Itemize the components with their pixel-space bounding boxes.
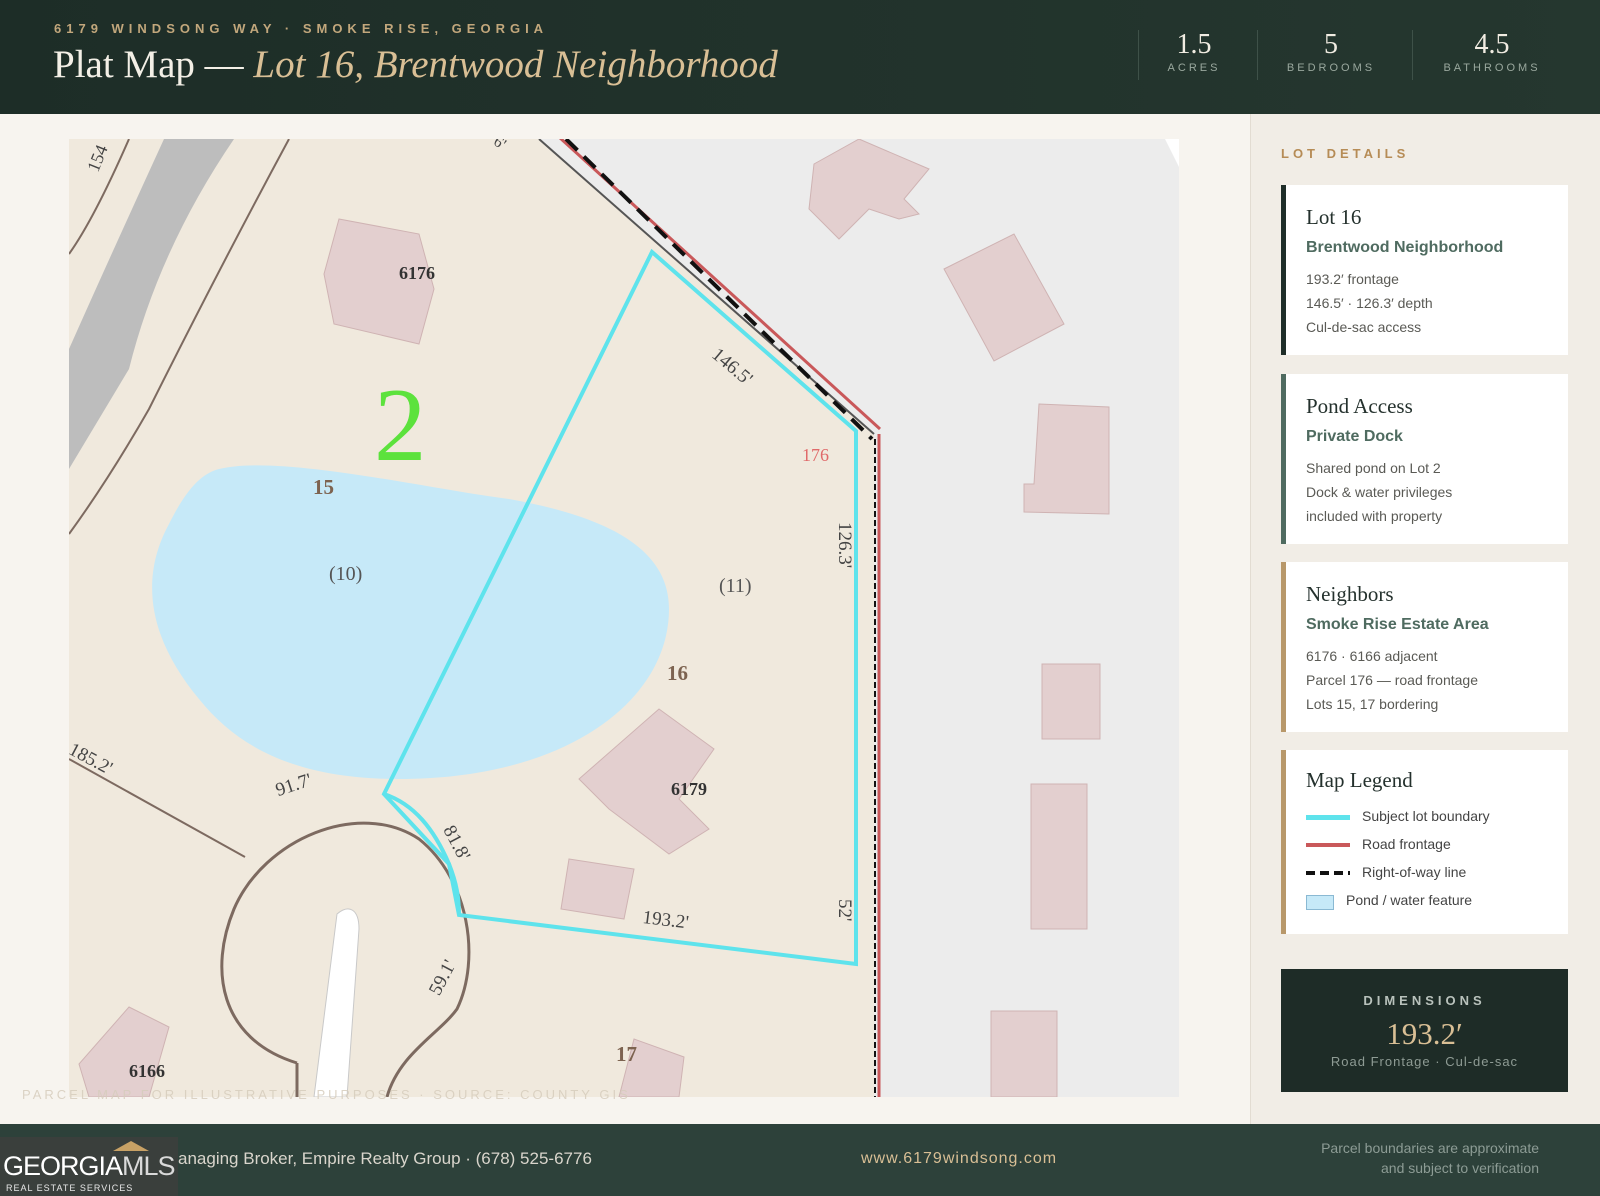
parcel-id: (10) (329, 563, 363, 585)
parcel-176: 176 (802, 445, 829, 465)
title-main: Plat Map — (53, 43, 254, 86)
card-line: included with property (1306, 508, 1443, 524)
disclaimer-line: and subject to verification (1381, 1160, 1539, 1176)
page-title: Plat Map — Lot 16, Brentwood Neighborhoo… (53, 42, 778, 87)
house-number: 6166 (129, 1061, 165, 1081)
header: 6179 Windsong Way · Smoke Rise, Georgia … (0, 0, 1600, 114)
card-line: Parcel 176 — road frontage (1306, 672, 1478, 688)
lot-number: 17 (616, 1042, 637, 1066)
dimensions-value: 193.2′ (1386, 1016, 1463, 1051)
legend-swatch (1306, 871, 1350, 875)
card-line: 6176 · 6166 adjacent (1306, 648, 1438, 664)
dimension-label: 81.8' (438, 822, 475, 865)
footer: anaging Broker, Empire Realty Group · (6… (0, 1124, 1600, 1196)
card-title: Lot 16 (1306, 205, 1362, 229)
logo-sub: REAL ESTATE SERVICES (6, 1183, 134, 1193)
stat-acres-label: Acres (1167, 62, 1221, 74)
card-line: Dock & water privileges (1306, 484, 1453, 500)
parcel-id: (11) (719, 575, 752, 597)
card-subtitle: Private Dock (1306, 428, 1403, 445)
plat-map[interactable]: 6176 6179 6166 2 15 16 17 (10) (11) 176 … (69, 139, 1179, 1097)
georgia-mls-logo: GEORGIAMLS REAL ESTATE SERVICES (0, 1137, 178, 1196)
house-number: 6179 (671, 779, 707, 799)
dimension-label: 126.3' (834, 522, 855, 569)
divider (1412, 30, 1413, 80)
card-line: 193.2′ frontage (1306, 271, 1399, 287)
card-subtitle: Smoke Rise Estate Area (1306, 616, 1489, 633)
sidebar-title: Lot Details (1281, 146, 1410, 161)
card-subtitle: Brentwood Neighborhood (1306, 239, 1504, 256)
legend-swatch (1306, 843, 1350, 847)
stat-bedrooms: 5 Bedrooms (1278, 28, 1384, 80)
disclaimer-line: Parcel boundaries are approximate (1321, 1140, 1539, 1156)
dimension-label: 91.7' (273, 769, 315, 801)
logo-wordmark: GEORGIAMLS (3, 1151, 176, 1182)
disclaimer: Parcel boundaries are approximate and su… (1279, 1138, 1539, 1178)
dimensions-sub: Road Frontage · Cul-de-sac (1330, 1054, 1519, 1069)
dimension-label: 185.2' (69, 739, 116, 780)
stat-bedrooms-value: 5 (1324, 29, 1338, 60)
legend-swatch (1306, 815, 1350, 820)
legend-item-pond: Pond / water feature (1306, 889, 1548, 917)
stat-bathrooms-label: Bathrooms (1443, 62, 1541, 74)
website-link[interactable]: www.6179windsong.com (861, 1150, 1057, 1168)
address-kicker: 6179 Windsong Way · Smoke Rise, Georgia (54, 21, 549, 36)
card-neighbors: Neighbors Smoke Rise Estate Area 6176 · … (1281, 562, 1568, 732)
map-caption: Parcel map for illustrative purposes · S… (22, 1087, 631, 1102)
dimension-label: 6' (490, 139, 509, 154)
house-number: 6176 (399, 263, 435, 283)
dimension-label: 193.2' (641, 907, 690, 934)
legend-item-row: Right-of-way line (1306, 861, 1548, 889)
card-legend: Map Legend Subject lot boundary Road fro… (1281, 750, 1568, 934)
stat-bathrooms-value: 4.5 (1474, 29, 1510, 60)
legend-item-subject: Subject lot boundary (1306, 805, 1548, 833)
legend-label: Subject lot boundary (1362, 808, 1490, 824)
card-title: Pond Access (1306, 394, 1413, 418)
divider (1257, 30, 1258, 80)
agent-info: anaging Broker, Empire Realty Group · (6… (178, 1149, 592, 1168)
card-lot: Lot 16 Brentwood Neighborhood 193.2′ fro… (1281, 185, 1568, 355)
dimension-label: 154 (83, 141, 112, 175)
dimension-label: 59.1' (425, 956, 461, 999)
stat-acres: 1.5 Acres (1158, 28, 1230, 80)
lot-number: 15 (313, 475, 334, 499)
legend-label: Right-of-way line (1362, 864, 1467, 880)
block-number: 2 (374, 366, 427, 483)
stat-acres-value: 1.5 (1176, 29, 1212, 60)
dimensions-label: Dimensions (1363, 993, 1486, 1008)
card-line: Lots 15, 17 bordering (1306, 696, 1439, 712)
card-line: 146.5′ · 126.3′ depth (1306, 295, 1433, 311)
stat-bathrooms: 4.5 Bathrooms (1430, 28, 1554, 80)
card-line: Shared pond on Lot 2 (1306, 460, 1441, 476)
dimension-label: 52' (834, 899, 855, 922)
legend-swatch (1306, 895, 1334, 910)
logo-b: MLS (122, 1151, 176, 1181)
roof-icon (113, 1141, 149, 1151)
dimension-label: 146.5' (707, 344, 757, 390)
title-lot: Lot 16, Brentwood Neighborhood (253, 43, 778, 86)
card-title: Neighbors (1306, 582, 1394, 606)
card-line: Cul-de-sac access (1306, 319, 1422, 335)
lot-details-sidebar: Lot Details Lot 16 Brentwood Neighborhoo… (1250, 114, 1600, 1124)
stat-bedrooms-label: Bedrooms (1286, 62, 1376, 74)
divider (1138, 30, 1139, 80)
legend-label: Road frontage (1362, 836, 1451, 852)
lot-number: 16 (667, 661, 688, 685)
logo-a: GEORGIA (3, 1151, 123, 1181)
legend-title: Map Legend (1306, 768, 1413, 792)
legend-label: Pond / water feature (1346, 892, 1473, 908)
legend-item-road: Road frontage (1306, 833, 1548, 861)
dimensions-box: Dimensions 193.2′ Road Frontage · Cul-de… (1281, 969, 1568, 1092)
card-pond: Pond Access Private Dock Shared pond on … (1281, 374, 1568, 544)
